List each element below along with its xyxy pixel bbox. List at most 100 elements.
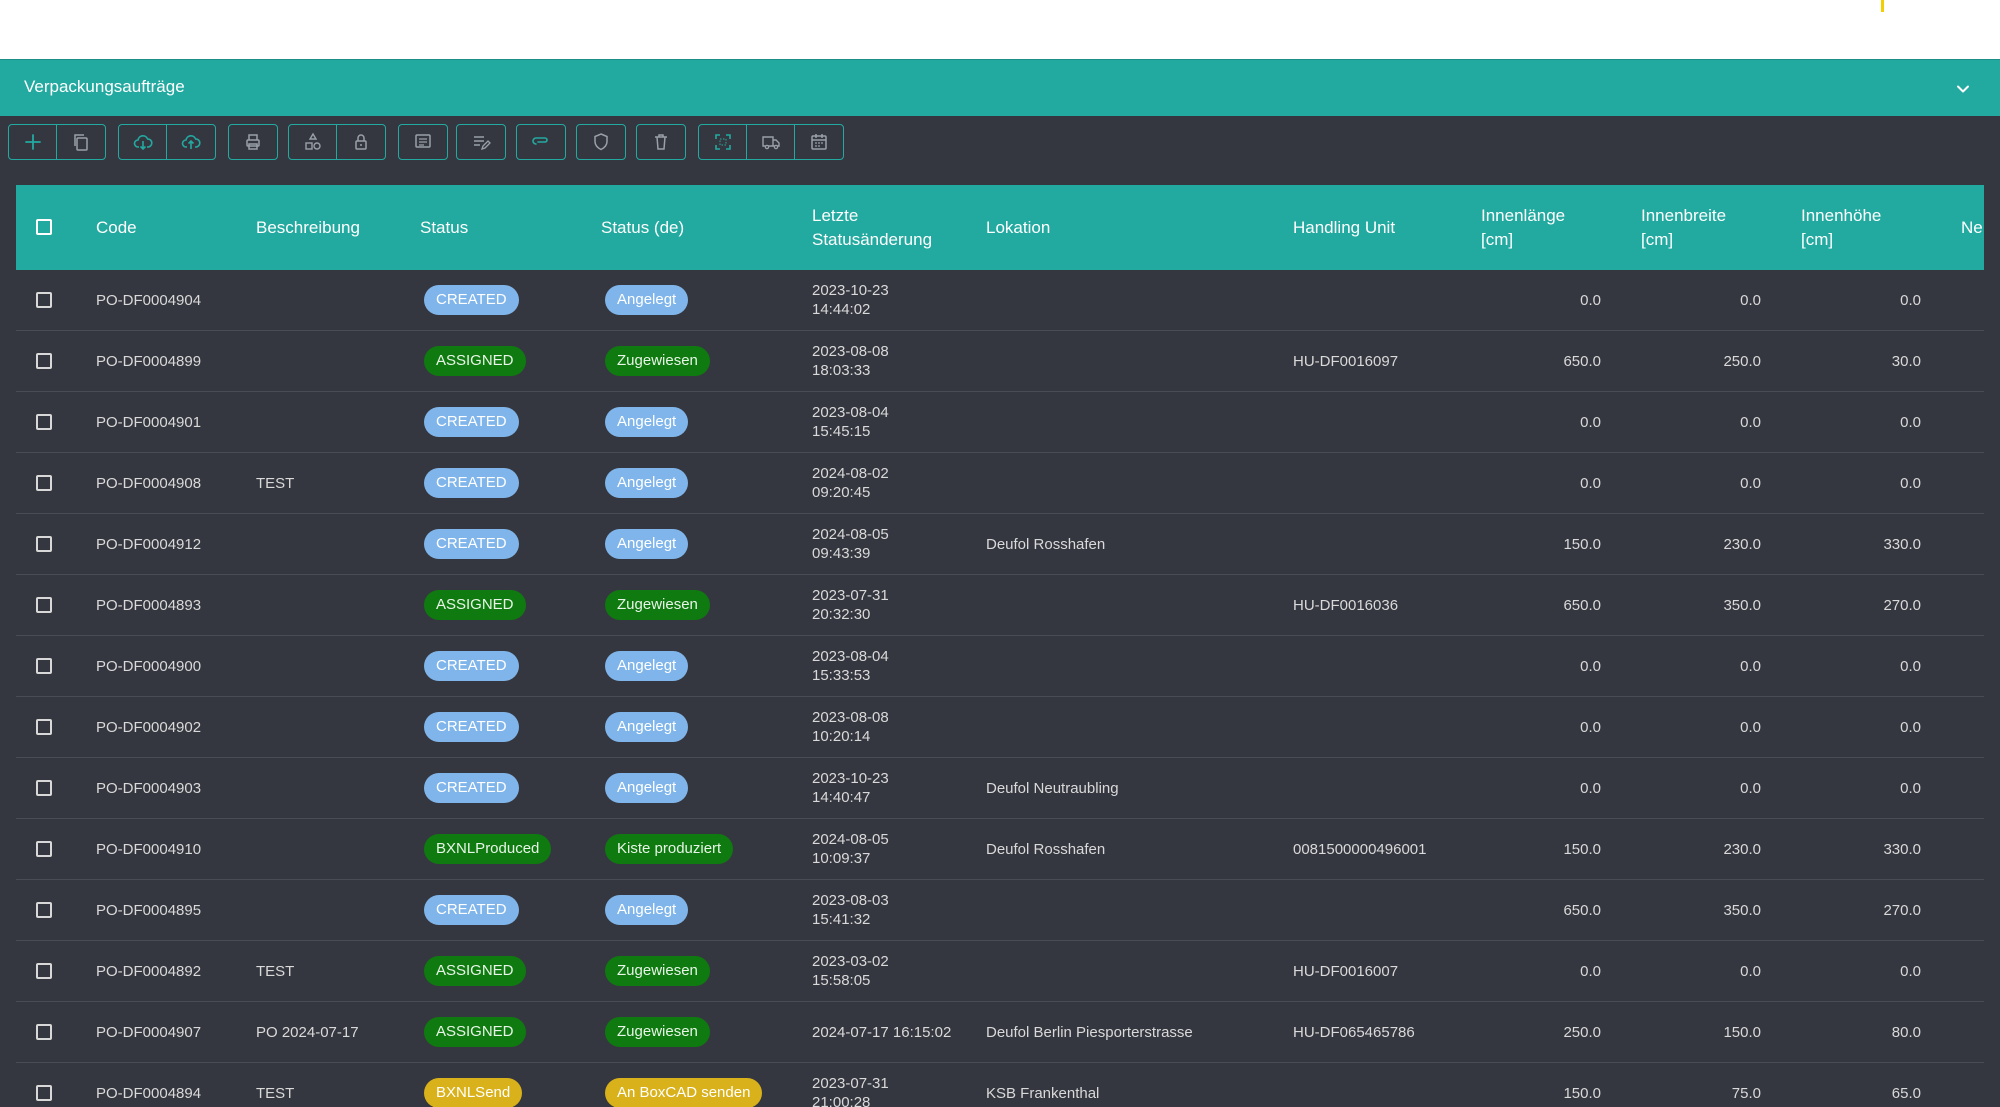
row-checkbox[interactable] (36, 353, 52, 369)
status-time: 15:41:32 (812, 911, 871, 928)
select-all-checkbox[interactable] (36, 219, 52, 235)
status-time: 09:43:39 (812, 545, 871, 562)
cell-status-de: Zugewiesen (605, 1002, 710, 1062)
cloud-upload-icon (181, 135, 201, 149)
cell-innenbreite: 0.0 (1740, 718, 1761, 736)
table-row[interactable]: PO-DF0004895 CREATED Angelegt 2023-08-03 15:… (16, 880, 1984, 941)
col-header-status[interactable]: Status (420, 185, 468, 270)
col-header-next-partial[interactable]: Ne (1961, 185, 1983, 270)
row-checkbox[interactable] (36, 536, 52, 552)
table-row[interactable]: PO-DF0004907 PO 2024-07-17 ASSIGNED Zugewie… (16, 1002, 1984, 1063)
col-header-handling-unit[interactable]: Handling Unit (1293, 185, 1395, 270)
cell-code: PO-DF0004907 (96, 1023, 202, 1041)
col-header-innenhoehe[interactable]: Innenhöhe [cm] (1801, 185, 1881, 270)
cell-letzte-statusaenderung: 2023-08-03 15:41:32 (812, 880, 889, 940)
panel-header[interactable]: Verpackungsaufträge (0, 59, 2000, 116)
cell-letzte-statusaenderung: 2023-03-02 15:58:05 (812, 941, 889, 1001)
table-row[interactable]: PO-DF0004908 TEST CREATED Angelegt 2024-08-0… (16, 453, 1984, 514)
table-row[interactable]: PO-DF0004910 BXNLProduced Kiste produziert… (16, 819, 1984, 880)
print-button[interactable] (229, 125, 277, 159)
col-header-code[interactable]: Code (96, 185, 137, 270)
status-date: 2024-08-05 (812, 831, 889, 848)
row-checkbox[interactable] (36, 292, 52, 308)
cell-beschreibung: TEST (256, 474, 295, 492)
row-checkbox[interactable] (36, 414, 52, 430)
cell-code: PO-DF0004900 (96, 657, 202, 675)
print-icon (246, 134, 260, 150)
calendar-icon (811, 134, 827, 150)
status-badge: CREATED (424, 407, 519, 437)
cell-status: ASSIGNED (424, 575, 526, 635)
table-row[interactable]: PO-DF0004912 CREATED Angelegt 2024-08-05 09:… (16, 514, 1984, 575)
col-header-innenbreite[interactable]: Innenbreite [cm] (1641, 185, 1726, 270)
row-checkbox[interactable] (36, 841, 52, 857)
col-header-innenhoehe-line1: Innenhöhe (1801, 205, 1882, 225)
cell-status: CREATED (424, 453, 519, 513)
table-row[interactable]: PO-DF0004899 ASSIGNED Zugewiesen 2023-08-08… (16, 331, 1984, 392)
comment-button[interactable] (399, 125, 447, 159)
trash-button[interactable] (637, 125, 685, 159)
table-row[interactable]: PO-DF0004892 TEST ASSIGNED Zugewiesen 2023-0… (16, 941, 1984, 1002)
col-header-innenbreite-line2: [cm] (1641, 229, 1674, 249)
col-header-letzte-statusaenderung[interactable]: Letzte Statusänderung (812, 185, 932, 270)
table-row[interactable]: PO-DF0004893 ASSIGNED Zugewiesen 2023-07-31… (16, 575, 1984, 636)
cell-innenbreite: 350.0 (1723, 596, 1761, 614)
lock-button[interactable] (337, 125, 385, 159)
table-row[interactable]: PO-DF0004900 CREATED Angelegt 2023-08-04 15:… (16, 636, 1984, 697)
cell-status-de: Zugewiesen (605, 941, 710, 1001)
col-header-beschreibung[interactable]: Beschreibung (256, 185, 360, 270)
cell-code: PO-DF0004902 (96, 718, 202, 736)
table-row[interactable]: PO-DF0004904 CREATED Angelegt 2023-10-23 14:… (16, 270, 1984, 331)
status-time: 15:45:15 (812, 423, 871, 440)
copy-button[interactable] (57, 125, 105, 159)
toolbar-group (576, 124, 626, 160)
status-badge: BXNLProduced (424, 834, 552, 864)
shapes-button[interactable] (289, 125, 337, 159)
cell-innenhoehe: 0.0 (1900, 474, 1921, 492)
status-time: 14:40:47 (812, 789, 871, 806)
row-checkbox[interactable] (36, 1085, 52, 1101)
row-checkbox[interactable] (36, 475, 52, 491)
cloud-download-button[interactable] (119, 125, 167, 159)
plus-button[interactable] (9, 125, 57, 159)
cell-lokation: KSB Frankenthal (986, 1084, 1100, 1102)
table-header: Code Beschreibung Status Status (de) Let… (16, 185, 1984, 270)
row-checkbox[interactable] (36, 902, 52, 918)
toolbar-group (8, 124, 106, 160)
cell-innenlaenge: 0.0 (1580, 474, 1601, 492)
cell-status: CREATED (424, 697, 519, 757)
table-row[interactable]: PO-DF0004902 CREATED Angelegt 2023-08-08 10:… (16, 697, 1984, 758)
cell-status-de: Zugewiesen (605, 575, 710, 635)
col-header-innenlaenge[interactable]: Innenlänge [cm] (1481, 185, 1565, 270)
cell-status-de: Angelegt (605, 392, 689, 452)
cell-innenhoehe: 0.0 (1900, 962, 1921, 980)
cloud-upload-button[interactable] (167, 125, 215, 159)
truck-button[interactable] (747, 125, 795, 159)
table-row[interactable]: PO-DF0004901 CREATED Angelegt 2023-08-04 15:… (16, 392, 1984, 453)
status-badge: CREATED (424, 468, 519, 498)
table-row[interactable]: PO-DF0004903 CREATED Angelegt 2023-10-23 14:… (16, 758, 1984, 819)
shield-icon (594, 133, 608, 151)
edit-list-button[interactable] (457, 125, 505, 159)
cell-letzte-statusaenderung: 2023-08-08 18:03:33 (812, 331, 889, 391)
row-checkbox[interactable] (36, 1024, 52, 1040)
attachment-button[interactable] (517, 125, 565, 159)
scan-frame-button[interactable] (699, 125, 747, 159)
row-checkbox[interactable] (36, 963, 52, 979)
row-checkbox[interactable] (36, 780, 52, 796)
shield-button[interactable] (577, 125, 625, 159)
toolbar-group (516, 124, 566, 160)
cell-code: PO-DF0004899 (96, 352, 202, 370)
row-checkbox[interactable] (36, 597, 52, 613)
calendar-button[interactable] (795, 125, 843, 159)
cell-code: PO-DF0004893 (96, 596, 202, 614)
cell-innenbreite: 230.0 (1723, 840, 1761, 858)
col-header-lokation[interactable]: Lokation (986, 185, 1050, 270)
cell-code: PO-DF0004894 (96, 1084, 202, 1102)
table-row[interactable]: PO-DF0004894 TEST BXNLSend An BoxCAD senden… (16, 1063, 1984, 1107)
status-time: 09:20:45 (812, 484, 871, 501)
row-checkbox[interactable] (36, 719, 52, 735)
col-header-status-de[interactable]: Status (de) (601, 185, 684, 270)
chevron-down-icon[interactable] (1953, 79, 1973, 99)
row-checkbox[interactable] (36, 658, 52, 674)
